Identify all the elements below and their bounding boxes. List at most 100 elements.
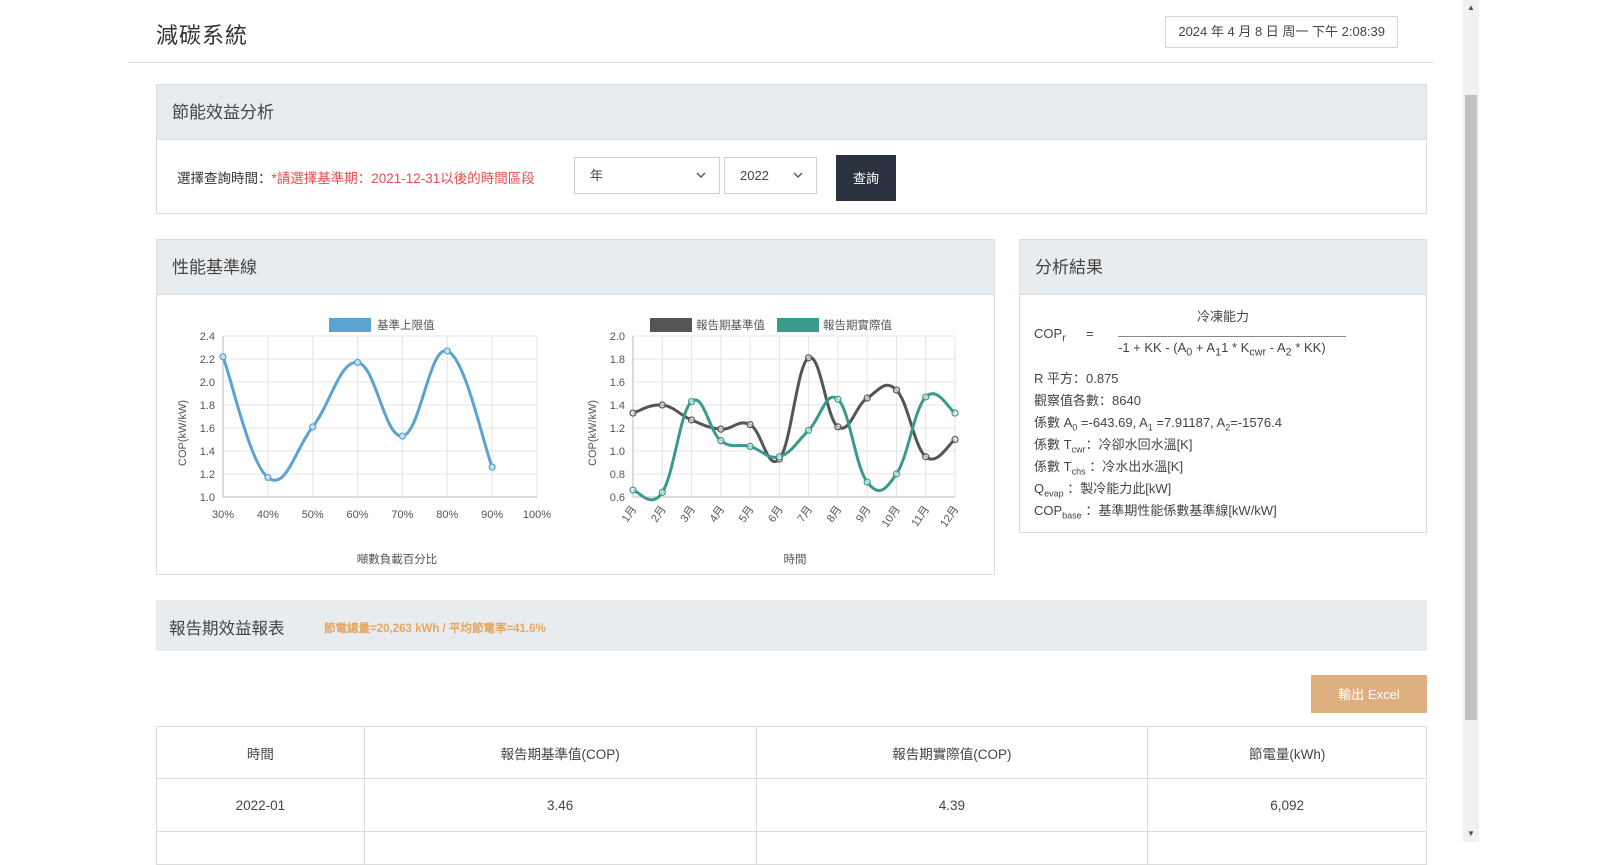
query-button[interactable]: 查詢 [836, 155, 896, 201]
col-header-time[interactable]: 時間 [156, 726, 365, 779]
period-select[interactable]: 年 [574, 157, 720, 194]
baseline-hint: *請選擇基準期：2021-12-31以後的時間區段 [271, 171, 535, 186]
col-header-energy-saved[interactable]: 節電量(kWh) [1147, 726, 1427, 779]
data-point[interactable] [834, 423, 842, 431]
y-tick-label: 1.6 [200, 423, 215, 435]
analysis-result-panel: 分析結果 COPr = 冷凍能力 -1 + KK - (A0 + A11 * K… [1019, 239, 1427, 533]
scrollbar-thumb[interactable] [1465, 95, 1477, 720]
cell-empty [156, 831, 365, 865]
report-summary: 節電總量=20,263 kWh / 平均節電率=41.6% [324, 623, 546, 635]
tcwr-definition: 係數 Tcwr：冷卻水回水溫[K] [1034, 437, 1193, 455]
top-bar: 減碳系統 2024 年 4 月 8 日 周一 下午 2:08:39 [128, 0, 1434, 63]
report-header: 報告期效益報表 節電總量=20,263 kWh / 平均節電率=41.6% [156, 600, 1427, 651]
data-point[interactable] [353, 358, 362, 367]
scroll-down-arrow-icon[interactable]: ▼ [1463, 828, 1479, 840]
data-point[interactable] [687, 416, 696, 424]
x-tick-label: 90% [481, 509, 503, 521]
data-point[interactable] [951, 409, 959, 417]
data-point[interactable] [863, 478, 871, 486]
chart1-legend: 基準上限值 [329, 318, 435, 332]
y-tick-label: 0.6 [610, 492, 625, 504]
cell-empty [1147, 831, 1427, 865]
copbase-definition: COPbase ：基準期性能係數基準線[kW/kW] [1034, 503, 1277, 521]
legend-swatch[interactable] [329, 318, 371, 332]
y-tick-label: 2.0 [200, 377, 215, 389]
data-point[interactable] [922, 453, 930, 461]
export-excel-button[interactable]: 輸出 Excel [1311, 675, 1427, 713]
legend-swatch[interactable] [777, 318, 819, 332]
data-point[interactable] [687, 397, 696, 406]
report-title: 報告期效益報表 [169, 620, 285, 638]
year-select[interactable]: 2022 [724, 157, 817, 194]
baseline-upper-chart: 基準上限值 1.0 1.2 1.4 1.6 1.8 2.0 2.2 2.4 30% 40% 50% 6… [177, 318, 551, 566]
data-point[interactable] [629, 486, 637, 494]
y-tick-label: 1.4 [610, 400, 625, 412]
table-row: 2022-01 3.46 4.39 6,092 [156, 778, 1427, 832]
tchs-definition: 係數 Tchs ：冷水出水溫[K] [1034, 459, 1184, 477]
y-tick-label: 1.2 [610, 423, 625, 435]
data-point[interactable] [629, 409, 637, 417]
data-point[interactable] [264, 473, 272, 482]
x-tick-label: 5月 [737, 504, 757, 525]
query-time-label: 選擇查詢時間：*請選擇基準期：2021-12-31以後的時間區段 [177, 167, 535, 187]
y-tick-label: 1.8 [200, 400, 215, 412]
cell-energy-saved: 6,092 [1147, 778, 1427, 832]
x-tick-label: 3月 [678, 504, 698, 525]
legend-label[interactable]: 報告期實際值 [823, 318, 892, 332]
x-tick-label: 70% [391, 509, 413, 521]
data-point[interactable] [805, 354, 813, 362]
x-tick-label: 6月 [766, 504, 786, 525]
y-tick-label: 2.2 [200, 354, 215, 366]
data-point[interactable] [746, 442, 754, 450]
data-point[interactable] [219, 353, 227, 361]
data-point[interactable] [398, 432, 407, 440]
data-point[interactable] [892, 386, 901, 394]
x-axis-label: 時間 [784, 553, 807, 566]
x-tick-label: 80% [436, 509, 458, 521]
data-point[interactable] [775, 453, 783, 461]
scroll-up-arrow-icon[interactable]: ▲ [1463, 2, 1479, 14]
legend-label[interactable]: 基準上限值 [377, 318, 435, 332]
cell-empty [755, 831, 1149, 865]
data-point[interactable] [443, 347, 451, 355]
report-table: 時間 報告期基準值(COP) 報告期實際值(COP) 節電量(kWh) 2022… [156, 726, 1427, 865]
formula-lhs: COPr [1034, 326, 1066, 345]
formula-fraction-bar [1118, 336, 1346, 337]
data-point[interactable] [658, 488, 666, 496]
formula-denominator: -1 + KK - (A0 + A11 * Kcwr - A2 * KK) [1118, 340, 1326, 359]
data-point[interactable] [834, 395, 842, 403]
data-point[interactable] [658, 401, 666, 409]
data-point[interactable] [805, 426, 813, 434]
x-tick-label: 60% [347, 509, 369, 521]
page-scrollbar[interactable]: ▲ ▼ [1463, 0, 1479, 842]
y-axis-label: COP(kW/kW) [177, 400, 189, 466]
y-tick-label: 1.4 [200, 446, 215, 458]
data-point[interactable] [488, 463, 496, 471]
x-tick-label: 9月 [854, 504, 874, 525]
formula-equals: = [1086, 326, 1094, 341]
data-point[interactable] [309, 423, 317, 431]
analysis-result-body: COPr = 冷凍能力 -1 + KK - (A0 + A11 * Kcwr -… [1034, 306, 1414, 522]
qevap-definition: Qevap ：製冷能力此[kW] [1034, 481, 1172, 499]
y-tick-label: 2.0 [610, 331, 625, 343]
year-select-value: 2022 [740, 168, 769, 183]
cell-report-actual: 4.39 [755, 778, 1149, 832]
energy-analysis-title: 節能效益分析 [157, 85, 1426, 140]
x-tick-label: 11月 [909, 504, 932, 529]
x-axis-label: 噸數負載百分比 [357, 552, 438, 566]
legend-swatch[interactable] [650, 318, 692, 332]
observation-count: 觀察值各數：8640 [1034, 393, 1141, 408]
legend-label[interactable]: 報告期基準值 [696, 318, 765, 332]
data-point[interactable] [863, 394, 871, 402]
y-tick-label: 1.0 [610, 446, 625, 458]
data-point[interactable] [746, 420, 754, 429]
data-point[interactable] [951, 435, 959, 444]
x-tick-label: 12月 [938, 504, 961, 530]
x-tick-label: 40% [257, 509, 279, 521]
col-header-report-baseline[interactable]: 報告期基準值(COP) [363, 726, 757, 779]
col-header-report-actual[interactable]: 報告期實際值(COP) [755, 726, 1149, 779]
data-point[interactable] [717, 437, 725, 445]
data-point[interactable] [717, 425, 725, 433]
data-point[interactable] [892, 470, 901, 478]
data-point[interactable] [922, 393, 930, 401]
